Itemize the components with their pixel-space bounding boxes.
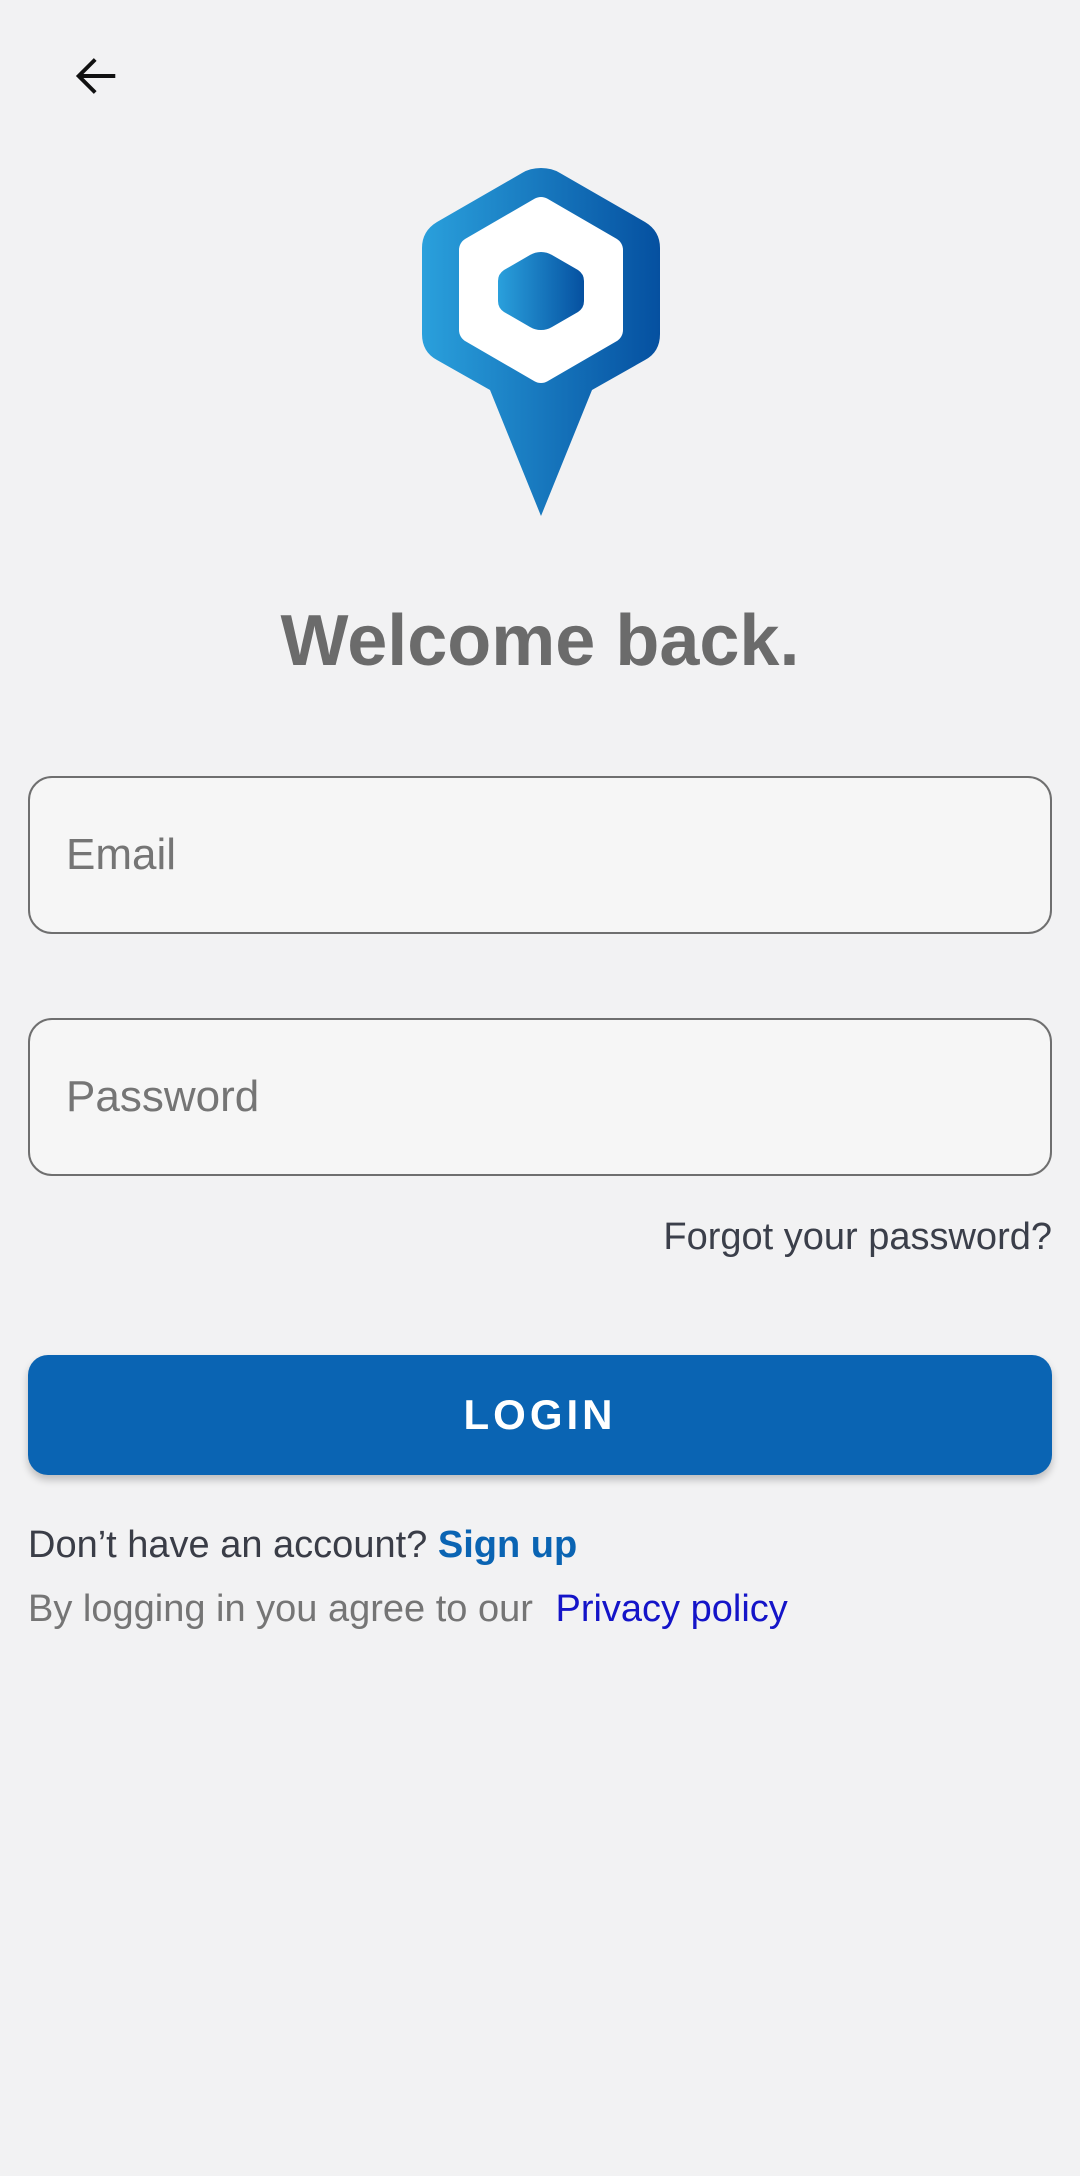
hexagon-location-pin-icon xyxy=(422,168,660,516)
privacy-prompt-line: By logging in you agree to our Privacy p… xyxy=(28,1582,788,1636)
password-input[interactable] xyxy=(28,1018,1052,1176)
signup-prompt: Don’t have an account? xyxy=(28,1524,428,1566)
signup-prompt-line: Don’t have an account? Sign up xyxy=(28,1518,577,1572)
arrow-left-icon xyxy=(75,58,116,94)
signup-link[interactable]: Sign up xyxy=(438,1524,577,1566)
login-button[interactable]: LOGIN xyxy=(28,1355,1052,1475)
privacy-policy-link[interactable]: Privacy policy xyxy=(555,1588,787,1630)
email-input[interactable] xyxy=(28,776,1052,934)
back-button[interactable] xyxy=(56,36,136,116)
page-title: Welcome back. xyxy=(280,601,800,681)
forgot-password-link[interactable]: Forgot your password? xyxy=(663,1210,1052,1264)
privacy-prompt: By logging in you agree to our xyxy=(28,1588,533,1630)
